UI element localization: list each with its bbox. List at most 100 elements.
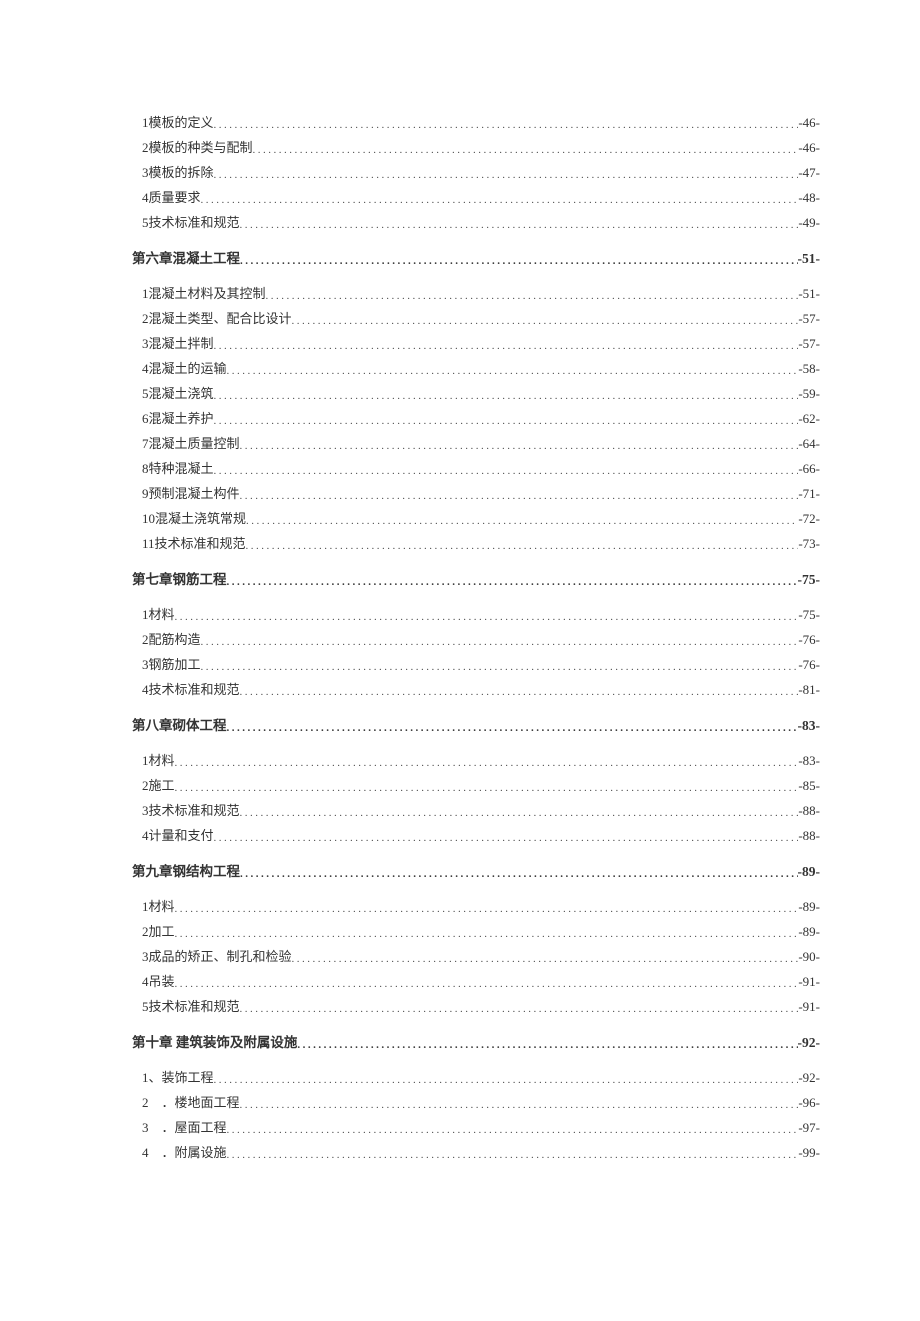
toc-leader-dots: ........................................… bbox=[240, 441, 799, 452]
toc-leader-dots: ........................................… bbox=[266, 291, 799, 302]
toc-sub-row: 7混凝土质量控制................................… bbox=[132, 437, 820, 461]
toc-leader-dots: ........................................… bbox=[227, 366, 799, 377]
toc-entry-title: 2加工 bbox=[142, 925, 175, 938]
toc-leader-dots: ........................................… bbox=[175, 758, 799, 769]
toc-leader-dots: ........................................… bbox=[246, 541, 799, 552]
toc-sub-row: 1模板的定义..................................… bbox=[132, 116, 820, 140]
toc-sub-row: 4 ．附属设施.................................… bbox=[132, 1146, 820, 1170]
toc-entry-page: -76- bbox=[798, 633, 820, 646]
toc-entry-title: 第十章 建筑装饰及附属设施 bbox=[132, 1036, 297, 1050]
toc-chapter-row: 第九章钢结构工程................................… bbox=[132, 865, 820, 889]
toc-leader-dots: ........................................… bbox=[240, 687, 799, 698]
toc-entry-page: -75- bbox=[798, 573, 821, 587]
toc-entry-title: 8特种混凝土 bbox=[142, 462, 214, 475]
toc-entry-title: 1混凝土材料及其控制 bbox=[142, 287, 266, 300]
toc-entry-title: 第八章砌体工程 bbox=[132, 719, 227, 733]
toc-entry-title: 4计量和支付 bbox=[142, 829, 214, 842]
toc-entry-title: 2模板的种类与配制 bbox=[142, 141, 253, 154]
toc-sub-row: 4混凝土的运输.................................… bbox=[132, 362, 820, 386]
toc-leader-dots: ........................................… bbox=[201, 637, 799, 648]
toc-entry-page: -83- bbox=[798, 719, 821, 733]
toc-sub-row: 1材料.....................................… bbox=[132, 608, 820, 632]
toc-entry-page: -46- bbox=[798, 116, 820, 129]
toc-leader-dots: ........................................… bbox=[214, 341, 799, 352]
toc-leader-dots: ........................................… bbox=[240, 256, 798, 267]
toc-entry-title: 4吊装 bbox=[142, 975, 175, 988]
toc-entry-page: -64- bbox=[798, 437, 820, 450]
toc-sub-row: 3钢筋加工...................................… bbox=[132, 658, 820, 682]
toc-leader-dots: ........................................… bbox=[246, 516, 798, 527]
toc-entry-page: -71- bbox=[798, 487, 820, 500]
toc-leader-dots: ........................................… bbox=[227, 577, 798, 588]
toc-leader-dots: ........................................… bbox=[240, 220, 799, 231]
toc-leader-dots: ........................................… bbox=[175, 783, 799, 794]
toc-leader-dots: ........................................… bbox=[240, 1004, 799, 1015]
toc-leader-dots: ........................................… bbox=[201, 195, 799, 206]
toc-entry-title: 4质量要求 bbox=[142, 191, 201, 204]
toc-entry-page: -89- bbox=[798, 900, 820, 913]
toc-leader-dots: ........................................… bbox=[253, 145, 799, 156]
toc-entry-page: -89- bbox=[798, 865, 821, 879]
toc-entry-page: -46- bbox=[798, 141, 820, 154]
toc-entry-page: -88- bbox=[798, 829, 820, 842]
toc-entry-page: -48- bbox=[798, 191, 820, 204]
toc-entry-title: 3技术标准和规范 bbox=[142, 804, 240, 817]
toc-entry-title: 4混凝土的运输 bbox=[142, 362, 227, 375]
toc-entry-title: 1材料 bbox=[142, 754, 175, 767]
toc-entry-page: -62- bbox=[798, 412, 820, 425]
toc-entry-page: -72- bbox=[798, 512, 820, 525]
toc-entry-page: -88- bbox=[798, 804, 820, 817]
toc-leader-dots: ........................................… bbox=[292, 954, 799, 965]
toc-entry-title: 4技术标准和规范 bbox=[142, 683, 240, 696]
toc-sub-row: 3成品的矫正、制孔和检验............................… bbox=[132, 950, 820, 974]
toc-leader-dots: ........................................… bbox=[175, 904, 799, 915]
toc-sub-row: 9预制混凝土构件................................… bbox=[132, 487, 820, 511]
toc-entry-page: -92- bbox=[798, 1071, 820, 1084]
toc-leader-dots: ........................................… bbox=[240, 808, 799, 819]
toc-entry-page: -49- bbox=[798, 216, 820, 229]
toc-leader-dots: ........................................… bbox=[214, 1075, 799, 1086]
toc-leader-dots: ........................................… bbox=[227, 723, 798, 734]
toc-entry-title: 2施工 bbox=[142, 779, 175, 792]
toc-entry-title: 第七章钢筋工程 bbox=[132, 573, 227, 587]
toc-entry-page: -51- bbox=[798, 287, 820, 300]
toc-sub-row: 5技术标准和规范................................… bbox=[132, 1000, 820, 1024]
toc-leader-dots: ........................................… bbox=[214, 833, 799, 844]
toc-chapter-row: 第七章钢筋工程.................................… bbox=[132, 573, 820, 597]
toc-sub-row: 1材料.....................................… bbox=[132, 754, 820, 778]
toc-leader-dots: ........................................… bbox=[292, 316, 799, 327]
toc-leader-dots: ........................................… bbox=[175, 979, 799, 990]
toc-leader-dots: ........................................… bbox=[214, 170, 799, 181]
toc-entry-page: -90- bbox=[798, 950, 820, 963]
toc-sub-row: 5混凝土浇筑..................................… bbox=[132, 387, 820, 411]
toc-chapter-row: 第六章混凝土工程................................… bbox=[132, 252, 820, 276]
toc-entry-page: -99- bbox=[798, 1146, 820, 1159]
toc-entry-title: 10混凝土浇筑常规 bbox=[142, 512, 246, 525]
toc-entry-title: 1材料 bbox=[142, 900, 175, 913]
toc-entry-page: -85- bbox=[798, 779, 820, 792]
toc-sub-row: 2配筋构造...................................… bbox=[132, 633, 820, 657]
toc-entry-title: 3模板的拆除 bbox=[142, 166, 214, 179]
toc-entry-page: -59- bbox=[798, 387, 820, 400]
toc-entry-title: 2配筋构造 bbox=[142, 633, 201, 646]
toc-entry-title: 1、装饰工程 bbox=[142, 1071, 214, 1084]
toc-leader-dots: ........................................… bbox=[175, 612, 799, 623]
toc-entry-page: -76- bbox=[798, 658, 820, 671]
toc-entry-title: 第六章混凝土工程 bbox=[132, 252, 240, 266]
toc-entry-page: -91- bbox=[798, 975, 820, 988]
toc-sub-row: 3技术标准和规范................................… bbox=[132, 804, 820, 828]
toc-entry-title: 11技术标准和规范 bbox=[142, 537, 246, 550]
toc-entry-title: 5技术标准和规范 bbox=[142, 216, 240, 229]
toc-sub-row: 3 ．屋面工程.................................… bbox=[132, 1121, 820, 1145]
toc-entry-page: -57- bbox=[798, 337, 820, 350]
toc-entry-title: 9预制混凝土构件 bbox=[142, 487, 240, 500]
toc-sub-row: 2 ．楼地面工程................................… bbox=[132, 1096, 820, 1120]
toc-sub-row: 8特种混凝土..................................… bbox=[132, 462, 820, 486]
toc-entry-title: 2 ．楼地面工程 bbox=[142, 1096, 240, 1109]
toc-entry-title: 6混凝土养护 bbox=[142, 412, 214, 425]
toc-sub-row: 4质量要求...................................… bbox=[132, 191, 820, 215]
toc-entry-title: 3钢筋加工 bbox=[142, 658, 201, 671]
toc-leader-dots: ........................................… bbox=[214, 466, 799, 477]
toc-entry-title: 5混凝土浇筑 bbox=[142, 387, 214, 400]
toc-sub-row: 3混凝土拌制..................................… bbox=[132, 337, 820, 361]
